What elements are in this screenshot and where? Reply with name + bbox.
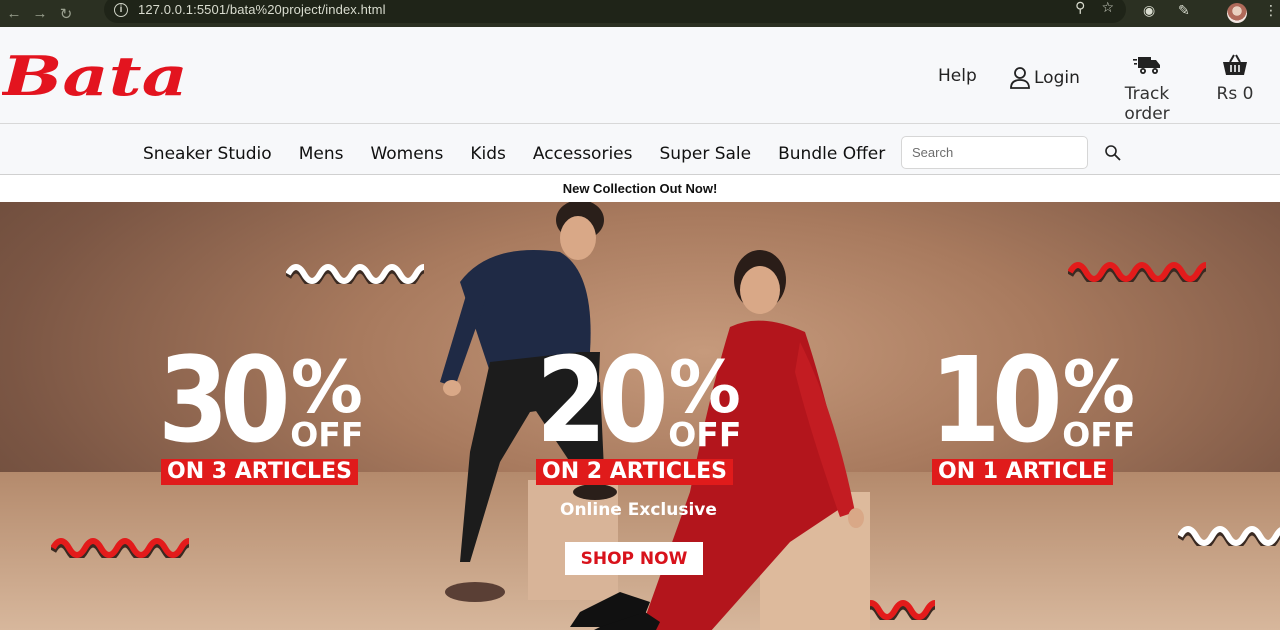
- offer-tag: ON 2 ARTICLES: [536, 459, 733, 485]
- percent-sign: %: [1062, 344, 1135, 429]
- shop-now-button[interactable]: SHOP NOW: [565, 542, 703, 575]
- nav-accessories[interactable]: Accessories: [533, 144, 633, 164]
- basket-icon: [1223, 54, 1247, 75]
- main-nav: Sneaker Studio Mens Womens Kids Accessor…: [0, 124, 1280, 175]
- login-label: Login: [1034, 68, 1080, 88]
- online-exclusive-label: Online Exclusive: [560, 500, 717, 520]
- site-header: Bata Help Login Track order Rs 0: [0, 27, 1280, 124]
- percent-sign: %: [290, 344, 363, 429]
- nav-bundle-offer[interactable]: Bundle Offer: [778, 144, 885, 164]
- offer-10-percent: 10 % OFF: [930, 331, 1136, 469]
- reload-icon[interactable]: ↻: [56, 4, 76, 24]
- url-text: 127.0.0.1:5501/bata%20project/index.html: [138, 2, 386, 17]
- bata-logo[interactable]: Bata: [2, 47, 192, 107]
- off-label: OFF: [1062, 415, 1136, 455]
- offer-30-percent: 30 % OFF: [158, 331, 364, 469]
- offer-20-percent: 20 % OFF: [536, 331, 742, 469]
- forward-icon[interactable]: →: [30, 4, 50, 24]
- site-info-icon[interactable]: i: [114, 2, 128, 17]
- extensions-icon[interactable]: ✎: [1178, 2, 1190, 19]
- address-bar[interactable]: i 127.0.0.1:5501/bata%20project/index.ht…: [104, 0, 1126, 23]
- search-icon[interactable]: [1104, 144, 1122, 162]
- globe-icon[interactable]: ◉: [1143, 2, 1155, 19]
- announcement-bar: New Collection Out Now!: [0, 175, 1280, 202]
- offer-percent-value: 30: [158, 331, 291, 469]
- nav-mens[interactable]: Mens: [299, 144, 344, 164]
- cart-total: Rs 0: [1216, 84, 1254, 104]
- red-squiggle-decoration: [1068, 262, 1206, 282]
- hero-banner: 30 % OFF ON 3 ARTICLES 20 % OFF ON 2 ART…: [0, 202, 1280, 630]
- track-order-label: Track order: [1124, 84, 1170, 124]
- login-link[interactable]: Login: [1010, 67, 1080, 89]
- svg-text:Bata: Bata: [2, 47, 188, 107]
- offer-tag: ON 1 ARTICLE: [932, 459, 1114, 485]
- nav-kids[interactable]: Kids: [470, 144, 506, 164]
- zoom-icon[interactable]: ⚲: [1075, 0, 1085, 16]
- offer-percent-value: 10: [930, 331, 1063, 469]
- nav-sneaker-studio[interactable]: Sneaker Studio: [143, 144, 272, 164]
- offer-tag: ON 3 ARTICLES: [161, 459, 358, 485]
- user-icon: [1010, 67, 1030, 89]
- bookmark-star-icon[interactable]: ☆: [1101, 0, 1114, 16]
- nav-super-sale[interactable]: Super Sale: [660, 144, 752, 164]
- percent-sign: %: [668, 344, 741, 429]
- help-link[interactable]: Help: [938, 66, 977, 86]
- white-squiggle-decoration: [1178, 526, 1280, 546]
- browser-toolbar: ← → ↻ i 127.0.0.1:5501/bata%20project/in…: [0, 0, 1280, 27]
- back-icon[interactable]: ←: [4, 4, 24, 24]
- white-squiggle-decoration: [286, 264, 424, 284]
- off-label: OFF: [290, 415, 364, 455]
- track-order-link[interactable]: Track order: [1102, 52, 1192, 124]
- off-label: OFF: [668, 415, 742, 455]
- delivery-truck-icon: [1133, 57, 1160, 74]
- offer-percent-value: 20: [536, 331, 669, 469]
- search-input[interactable]: [901, 136, 1088, 169]
- red-squiggle-decoration: [51, 538, 189, 558]
- browser-menu-icon[interactable]: ⋮: [1264, 2, 1278, 19]
- profile-avatar[interactable]: [1227, 3, 1247, 23]
- cart-link[interactable]: Rs 0: [1214, 52, 1256, 104]
- nav-womens[interactable]: Womens: [370, 144, 443, 164]
